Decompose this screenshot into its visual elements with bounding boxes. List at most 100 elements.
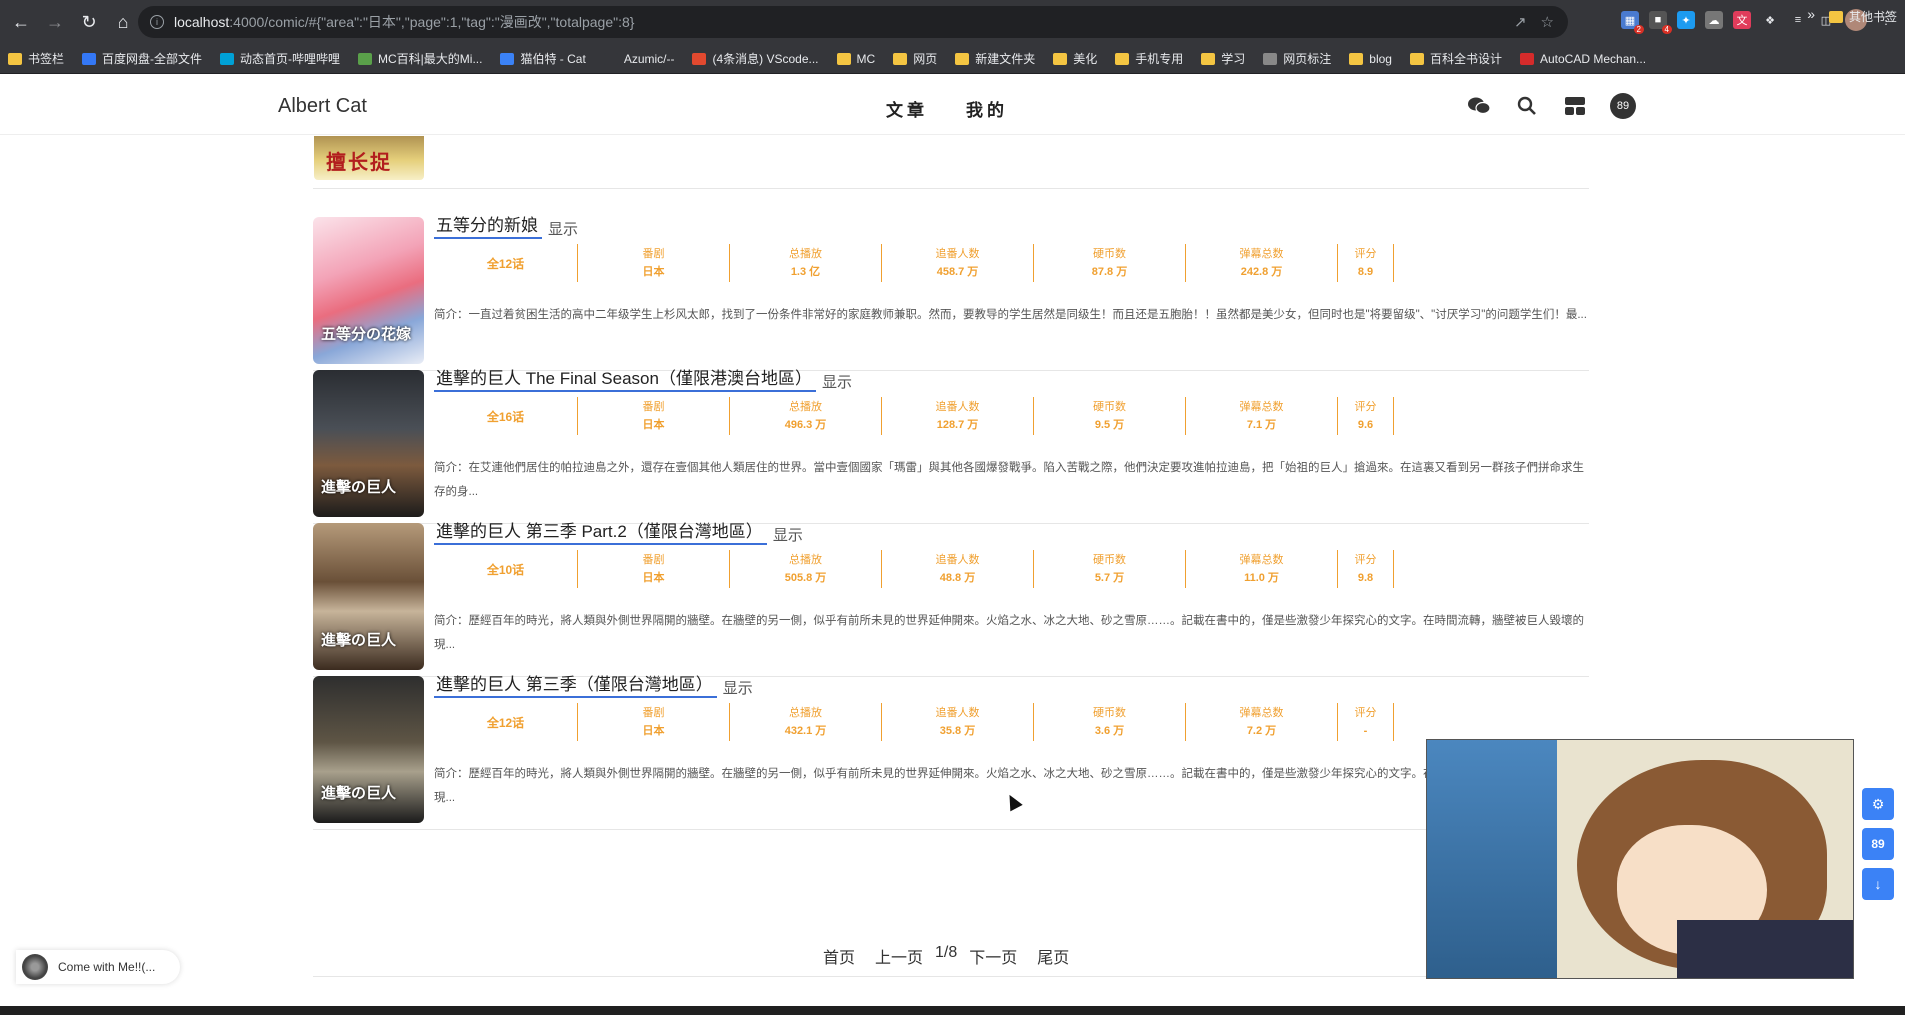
stat-danmaku: 弹幕总数 11.0 万 <box>1186 550 1338 588</box>
bookmark-item[interactable]: 美化 <box>1053 50 1097 67</box>
bookmark-item[interactable]: blog <box>1349 52 1392 66</box>
cover-image[interactable]: 進擊の巨人 <box>313 523 424 670</box>
cover-image[interactable]: 五等分の花嫁 <box>313 217 424 364</box>
bookmark-label: 百科全书设计 <box>1429 52 1502 66</box>
bookmark-star-icon[interactable]: ☆ <box>1541 13 1554 31</box>
stat-episodes: 全10话 <box>434 550 578 588</box>
next-page-link[interactable]: 下一页 <box>969 944 1017 968</box>
favicon-icon <box>82 52 97 65</box>
bookmark-item[interactable]: AutoCAD Mechan... <box>1520 52 1646 66</box>
stat-area: 番剧 日本 <box>578 244 730 282</box>
folder-icon <box>893 52 908 65</box>
forward-icon[interactable]: → <box>42 9 68 35</box>
cover-image[interactable]: 進擊の巨人 <box>313 370 424 517</box>
bookmarks-more-icon[interactable]: » <box>1807 6 1815 22</box>
stat-episodes: 全12话 <box>434 703 578 741</box>
layout-icon[interactable] <box>1562 93 1588 119</box>
home-icon[interactable]: ⌂ <box>110 9 136 35</box>
stat-danmaku: 弹幕总数 242.8 万 <box>1186 244 1338 282</box>
bookmark-item[interactable]: 百科全书设计 <box>1409 50 1502 67</box>
share-icon[interactable]: ↗ <box>1514 13 1527 31</box>
puzzle-icon[interactable]: ❖ <box>1761 11 1779 29</box>
bookmark-item[interactable]: 学习 <box>1201 50 1245 67</box>
progress-badge[interactable]: 89 <box>1862 828 1894 860</box>
bookmark-item[interactable]: 动态首页-哔哩哔哩 <box>220 50 340 67</box>
settings-gear-icon[interactable]: ⚙ <box>1862 788 1894 820</box>
bookmark-label: 动态首页-哔哩哔哩 <box>240 52 341 66</box>
bookmark-item[interactable]: MC百科|最大的Mi... <box>358 50 482 67</box>
bookmark-item[interactable]: (4条消息) VScode... <box>692 50 819 67</box>
menu-item-articles[interactable]: 文章 <box>886 96 928 121</box>
stat-area: 番剧 日本 <box>578 550 730 588</box>
address-bar[interactable]: i localhost:4000/comic/#{"area":"日本","pa… <box>138 6 1568 38</box>
stat-follow: 追番人数 458.7 万 <box>882 244 1034 282</box>
search-icon[interactable] <box>1514 93 1540 119</box>
stat-episodes: 全16话 <box>434 397 578 435</box>
last-page-link[interactable]: 尾页 <box>1037 944 1069 968</box>
music-player[interactable]: Come with Me!!(... <box>16 950 180 984</box>
bookmark-item[interactable]: 网页 <box>893 50 937 67</box>
bookmark-item[interactable]: Azumic/-- <box>603 51 675 66</box>
site-brand[interactable]: Albert Cat <box>278 95 367 118</box>
menu-item-mine[interactable]: 我的 <box>966 96 1008 121</box>
stat-score: 评分 9.8 <box>1338 550 1394 588</box>
folder-icon <box>1201 52 1216 65</box>
stats-row: 全12话 番剧 日本 总播放 432.1 万追番人数 35.8 万硬币数 3.6 万弹幕总数… <box>434 703 1394 741</box>
translate-extension-icon[interactable]: 文 <box>1733 11 1751 29</box>
comic-title-link[interactable]: 進擊的巨人 The Final Season（僅限港澳台地區） <box>434 364 816 392</box>
album-disc-icon[interactable] <box>22 954 48 980</box>
extension-icon[interactable]: ✦ <box>1677 11 1695 29</box>
media-icon[interactable]: ≡ <box>1789 11 1807 29</box>
scroll-down-icon[interactable]: ↓ <box>1862 868 1894 900</box>
item-description: 简介：歷經百年的時光，將人類與外側世界隔開的牆壁。在牆壁的另一側，似乎有前所未見… <box>434 615 1584 651</box>
show-toggle[interactable]: 显示 <box>723 677 753 698</box>
folder-icon <box>1115 52 1130 65</box>
prev-page-link[interactable]: 上一页 <box>875 944 923 968</box>
reload-icon[interactable]: ↻ <box>76 9 102 35</box>
item-description: 简介：一直过着贫困生活的高中二年级学生上杉风太郎，找到了一份条件非常好的家庭教师… <box>434 309 1587 321</box>
stat-score: 评分 - <box>1338 703 1394 741</box>
stat-coins: 硬币数 3.6 万 <box>1034 703 1186 741</box>
reading-progress-badge[interactable]: 89 <box>1610 93 1636 119</box>
stat-coins: 硬币数 87.8 万 <box>1034 244 1186 282</box>
cover-image[interactable]: 擅长捉 <box>314 136 424 180</box>
video-widget[interactable] <box>1426 739 1854 979</box>
favicon-icon <box>358 52 373 65</box>
first-page-link[interactable]: 首页 <box>823 944 855 968</box>
stat-area: 番剧 日本 <box>578 703 730 741</box>
bookmark-item[interactable]: 书签栏 <box>8 50 64 67</box>
divider <box>313 976 1589 977</box>
show-toggle[interactable]: 显示 <box>548 218 578 239</box>
extension-icon[interactable]: ▦ 2 <box>1621 11 1644 34</box>
bookmark-item[interactable]: 网页标注 <box>1263 50 1331 67</box>
bookmark-item[interactable]: MC <box>836 52 875 66</box>
comic-title-link[interactable]: 進擊的巨人 第三季（僅限台灣地區） <box>434 670 717 698</box>
favicon-icon <box>220 52 235 65</box>
show-toggle[interactable]: 显示 <box>773 524 803 545</box>
back-icon[interactable]: ← <box>8 9 34 35</box>
bookmark-item[interactable]: 手机专用 <box>1115 50 1183 67</box>
song-title: Come with Me!!(... <box>58 960 156 974</box>
stat-play: 总播放 1.3 亿 <box>730 244 882 282</box>
divider <box>313 188 1589 189</box>
folder-icon <box>1053 52 1068 65</box>
bookmark-label: Azumic/-- <box>623 51 675 66</box>
bookmark-label: 网页 <box>913 52 938 66</box>
taskbar <box>0 1006 1905 1015</box>
bookmark-item[interactable]: 百度网盘-全部文件 <box>82 50 202 67</box>
stat-coins: 硬币数 9.5 万 <box>1034 397 1186 435</box>
stat-follow: 追番人数 48.8 万 <box>882 550 1034 588</box>
site-info-icon[interactable]: i <box>150 15 164 29</box>
comic-title-link[interactable]: 進擊的巨人 第三季 Part.2（僅限台灣地區） <box>434 517 767 545</box>
other-bookmarks[interactable]: 其他书签 <box>1828 8 1897 25</box>
bookmark-item[interactable]: 新建文件夹 <box>955 50 1035 67</box>
bookmark-item[interactable]: 猫伯特 - Cat <box>500 50 586 67</box>
main-menu: 文章 我的 <box>886 96 1008 121</box>
cover-image[interactable]: 進擊の巨人 <box>313 676 424 823</box>
comic-title-link[interactable]: 五等分的新娘 <box>434 211 542 239</box>
cloud-extension-icon[interactable]: ☁ <box>1705 11 1723 29</box>
bookmark-label: blog <box>1369 51 1392 66</box>
show-toggle[interactable]: 显示 <box>822 371 852 392</box>
extension-icon[interactable]: ■ 4 <box>1649 11 1672 34</box>
wechat-icon[interactable] <box>1466 93 1492 119</box>
